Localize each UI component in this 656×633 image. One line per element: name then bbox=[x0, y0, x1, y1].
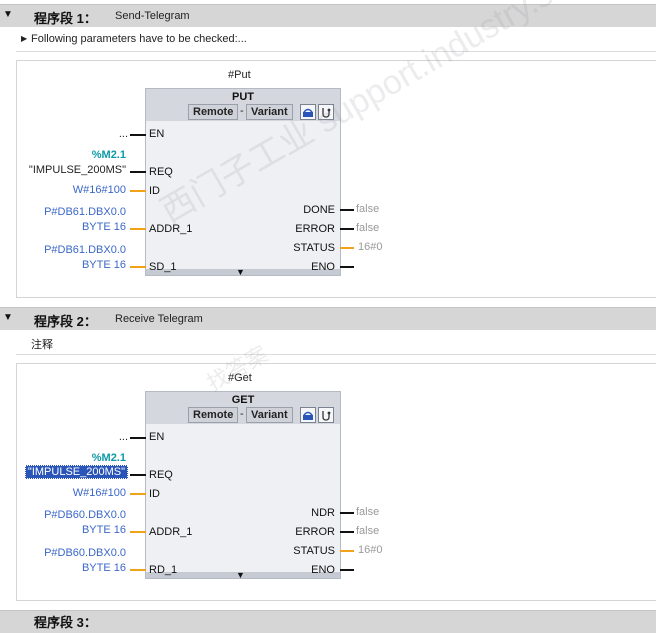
req-address[interactable]: %M2.1 bbox=[60, 452, 126, 464]
status-wire bbox=[340, 247, 354, 249]
network-1-comment-row[interactable]: ▶ Following parameters have to be checke… bbox=[16, 29, 656, 52]
pin-id: ID bbox=[149, 488, 160, 500]
network-2-title[interactable]: Receive Telegram bbox=[115, 313, 203, 325]
pin-sd-1: SD_1 bbox=[149, 261, 177, 273]
req-operand[interactable]: "IMPULSE_200MS" bbox=[20, 164, 126, 176]
remote-chip[interactable]: Remote bbox=[188, 407, 239, 423]
addr-operand-line1[interactable]: P#DB60.DBX0.0 bbox=[20, 509, 126, 521]
sd-wire bbox=[130, 266, 146, 268]
en-wire bbox=[130, 134, 146, 136]
eno-wire bbox=[340, 569, 354, 571]
pin-en: EN bbox=[149, 431, 165, 443]
rd-operand-line2[interactable]: BYTE 16 bbox=[40, 562, 126, 574]
pin-status: STATUS bbox=[293, 545, 335, 557]
pin-en: EN bbox=[149, 128, 165, 140]
chip-separator: - bbox=[240, 408, 244, 420]
addr-operand-line2[interactable]: BYTE 16 bbox=[40, 524, 126, 536]
network-2-comment[interactable]: 注释 bbox=[31, 336, 53, 352]
pin-error: ERROR bbox=[295, 526, 335, 538]
network-1-number: 程序段 1： bbox=[34, 11, 97, 26]
req-wire bbox=[130, 171, 146, 173]
error-wire bbox=[340, 531, 354, 533]
req-operand-selected[interactable]: "IMPULSE_200MS" bbox=[20, 465, 128, 479]
expand-block-icon[interactable]: ▼ bbox=[236, 570, 245, 580]
network-3-header[interactable]: 程序段 3： bbox=[0, 610, 656, 633]
id-operand[interactable]: W#16#100 bbox=[40, 184, 126, 196]
error-value: false bbox=[356, 222, 380, 234]
ndr-wire bbox=[340, 512, 354, 514]
pin-req: REQ bbox=[149, 166, 173, 178]
network-1-title[interactable]: Send-Telegram bbox=[115, 10, 190, 22]
instance-db-put[interactable]: #Put bbox=[228, 69, 251, 81]
id-operand[interactable]: W#16#100 bbox=[40, 487, 126, 499]
network-1-comment[interactable]: Following parameters have to be checked:… bbox=[31, 33, 247, 45]
pin-ndr: NDR bbox=[311, 507, 335, 519]
diagnostics-icon[interactable] bbox=[318, 407, 334, 423]
status-wire bbox=[340, 550, 354, 552]
addr-operand-line1[interactable]: P#DB61.DBX0.0 bbox=[20, 206, 126, 218]
en-input-operand[interactable]: ... bbox=[100, 431, 128, 443]
req-operand[interactable]: "IMPULSE_200MS" bbox=[24, 465, 128, 479]
sd-operand-line2[interactable]: BYTE 16 bbox=[40, 259, 126, 271]
status-value: 16#0 bbox=[358, 241, 383, 253]
pin-addr-1: ADDR_1 bbox=[149, 526, 193, 538]
pin-eno: ENO bbox=[311, 261, 335, 273]
collapse-network-1-icon[interactable]: ▼ bbox=[3, 9, 13, 20]
addr-operand-line2[interactable]: BYTE 16 bbox=[40, 221, 126, 233]
done-value: false bbox=[356, 203, 380, 215]
rd-operand-line1[interactable]: P#DB60.DBX0.0 bbox=[20, 547, 126, 559]
network-3-number: 程序段 3： bbox=[34, 615, 97, 630]
pin-req: REQ bbox=[149, 469, 173, 481]
pin-rd-1: RD_1 bbox=[149, 564, 178, 576]
block-name-get: GET bbox=[231, 394, 255, 406]
remote-chip[interactable]: Remote bbox=[188, 104, 239, 120]
en-wire bbox=[130, 437, 146, 439]
done-wire bbox=[340, 209, 354, 211]
req-address[interactable]: %M2.1 bbox=[60, 149, 126, 161]
expand-comment-icon[interactable]: ▶ bbox=[21, 34, 27, 43]
network-2-comment-row[interactable]: 注释 bbox=[16, 332, 656, 355]
pin-eno: ENO bbox=[311, 564, 335, 576]
variant-chip[interactable]: Variant bbox=[246, 407, 293, 423]
req-wire bbox=[130, 474, 146, 476]
error-value: false bbox=[356, 525, 380, 537]
addr-wire bbox=[130, 531, 146, 533]
status-value: 16#0 bbox=[358, 544, 383, 556]
expand-block-icon[interactable]: ▼ bbox=[236, 267, 245, 277]
id-wire bbox=[130, 190, 146, 192]
pin-error: ERROR bbox=[295, 223, 335, 235]
config-icon[interactable] bbox=[300, 407, 316, 423]
eno-wire bbox=[340, 266, 354, 268]
chip-separator: - bbox=[240, 105, 244, 117]
addr-wire bbox=[130, 228, 146, 230]
id-wire bbox=[130, 493, 146, 495]
network-2-number: 程序段 2： bbox=[34, 314, 97, 329]
error-wire bbox=[340, 228, 354, 230]
sd-operand-line1[interactable]: P#DB61.DBX0.0 bbox=[20, 244, 126, 256]
en-input-operand[interactable]: ... bbox=[100, 128, 128, 140]
collapse-network-2-icon[interactable]: ▼ bbox=[3, 312, 13, 323]
network-2-header[interactable]: ▼ 程序段 2： Receive Telegram bbox=[0, 307, 656, 330]
pin-done: DONE bbox=[303, 204, 335, 216]
pin-status: STATUS bbox=[293, 242, 335, 254]
ndr-value: false bbox=[356, 506, 380, 518]
rd-wire bbox=[130, 569, 146, 571]
